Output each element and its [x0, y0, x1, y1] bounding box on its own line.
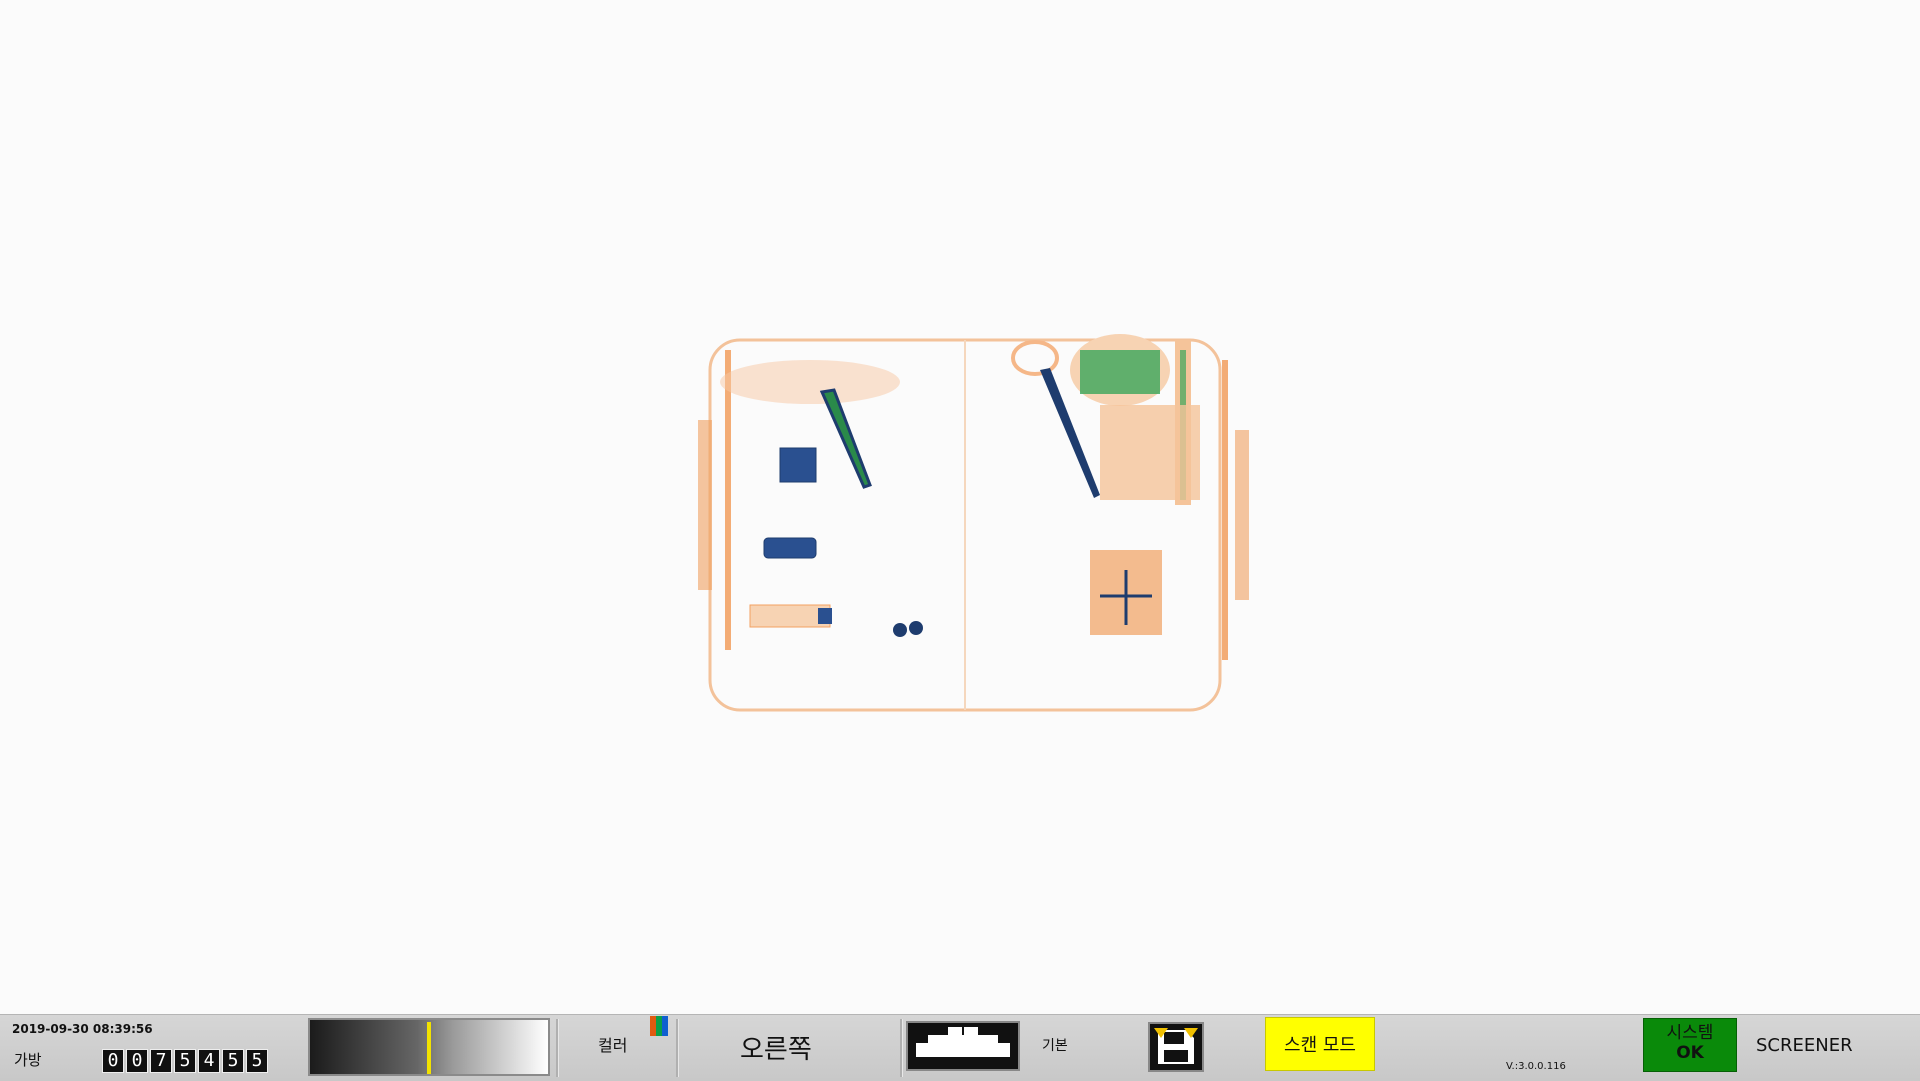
bag-counter: 0 0 7 5 4 5 5: [102, 1049, 268, 1073]
separator: [900, 1019, 903, 1077]
floppy-disk-icon[interactable]: [1148, 1022, 1204, 1072]
user-role-label: SCREENER: [1756, 1035, 1853, 1056]
gray-level-slider[interactable]: [308, 1018, 550, 1076]
scanner-shape-icon: [916, 1027, 1010, 1057]
xray-bag-image: [698, 334, 1249, 712]
left-rail: [725, 350, 731, 650]
system-status: OK: [1676, 1043, 1704, 1063]
left-edge: [698, 420, 712, 590]
counter-digit: 0: [102, 1049, 124, 1073]
small-metal-item: [909, 621, 923, 635]
mode-label[interactable]: 기본: [1042, 1035, 1068, 1055]
bag-label: 가방: [14, 1051, 42, 1069]
counter-digit: 5: [174, 1049, 196, 1073]
small-metal-item: [893, 623, 907, 637]
knife-item: [819, 388, 872, 489]
battery-item: [763, 537, 817, 559]
counter-digit: 4: [198, 1049, 220, 1073]
view-side-label[interactable]: 오른쪽: [740, 1029, 812, 1066]
version-label: V.:3.0.0.116: [1506, 1061, 1566, 1072]
status-bar: 2019-09-30 08:39:56 가방 0 0 7 5 4 5 5 컬러 …: [0, 1014, 1920, 1081]
color-mode-label[interactable]: 컬러: [598, 1032, 627, 1056]
color-palette-icon: [650, 1016, 668, 1036]
circuit-board: [1080, 350, 1160, 394]
system-label: 시스템: [1666, 1023, 1714, 1043]
counter-digit: 0: [126, 1049, 148, 1073]
counter-digit: 5: [246, 1049, 268, 1073]
xray-image-viewport[interactable]: [0, 0, 1920, 1014]
separator: [556, 1019, 559, 1077]
system-status-badge[interactable]: 시스템 OK: [1643, 1018, 1737, 1072]
clothing-item: [720, 360, 900, 404]
right-edge: [1235, 430, 1249, 600]
battery-item: [779, 447, 817, 483]
box-item: [1100, 405, 1200, 500]
separator: [676, 1019, 679, 1077]
xray-scanner-icon[interactable]: [906, 1021, 1020, 1071]
gray-level-marker[interactable]: [427, 1022, 431, 1074]
lighter-head: [818, 608, 832, 624]
save-disk-icon: [1154, 1028, 1198, 1064]
right-rail: [1222, 360, 1228, 660]
counter-digit: 7: [150, 1049, 172, 1073]
counter-digit: 5: [222, 1049, 244, 1073]
datetime-label: 2019-09-30 08:39:56: [12, 1022, 153, 1036]
scan-mode-button[interactable]: 스캔 모드: [1265, 1017, 1375, 1071]
swatch-blue: [662, 1016, 668, 1036]
